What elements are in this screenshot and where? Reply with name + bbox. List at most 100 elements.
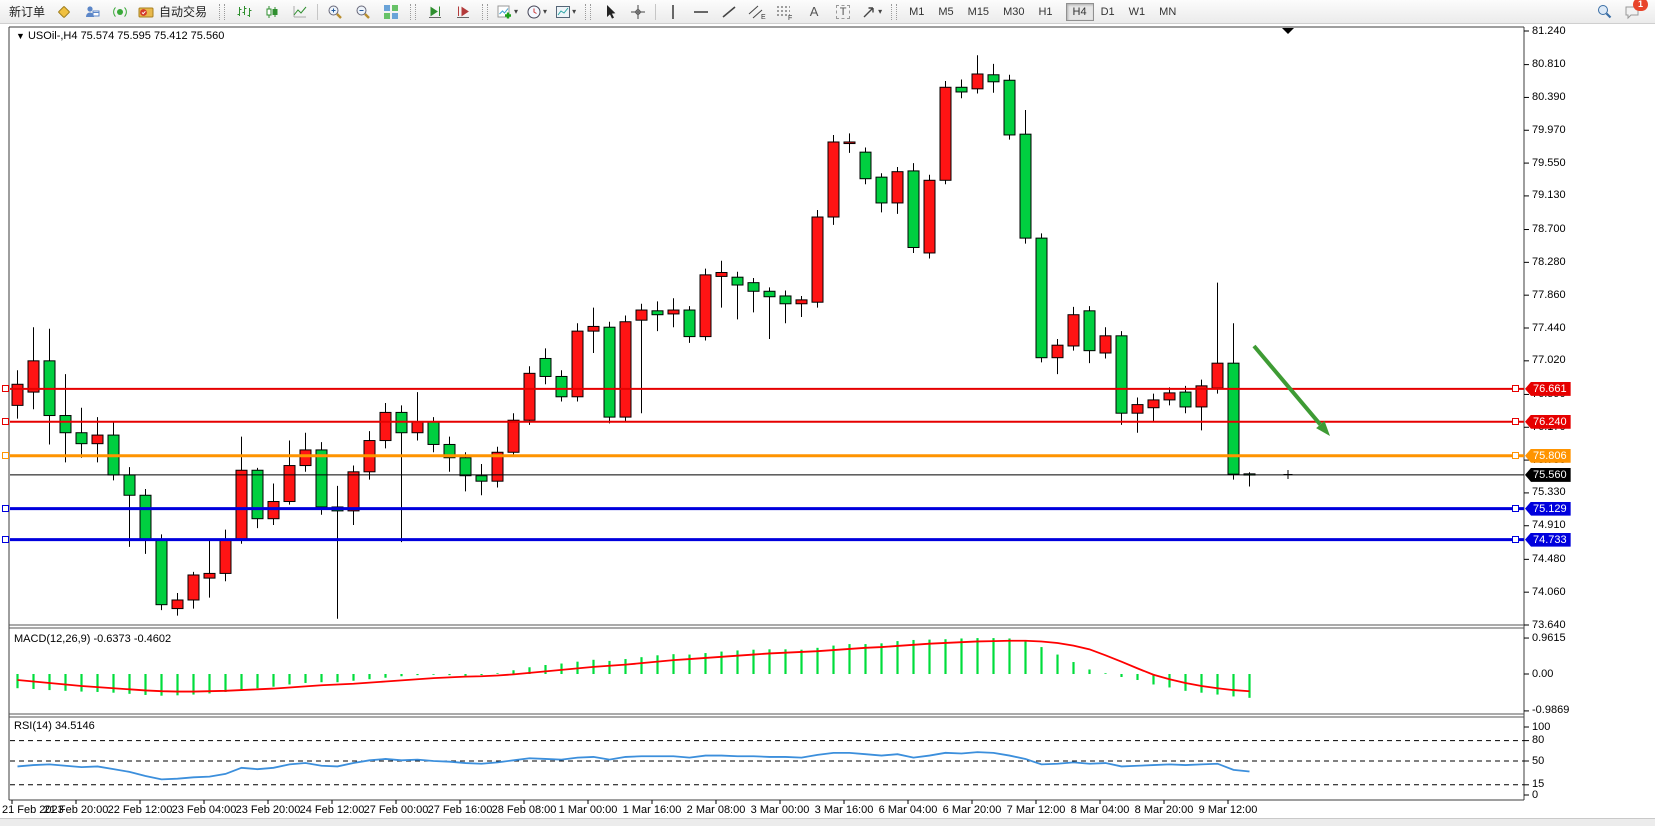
periods-button[interactable]: ▾ <box>523 1 550 23</box>
candle-body <box>1020 134 1031 238</box>
candle-body <box>588 326 599 331</box>
vertical-line-button[interactable] <box>660 1 686 23</box>
candle-body <box>1004 80 1015 135</box>
candle-body <box>124 475 135 495</box>
line-handle[interactable] <box>1512 452 1519 459</box>
candles <box>12 55 1255 619</box>
price-tick-label: 75.330 <box>1532 486 1566 498</box>
candle-body <box>172 600 183 609</box>
candlestick-chart-button[interactable] <box>259 1 285 23</box>
candle-body <box>572 331 583 397</box>
macd-tick-label: 0.00 <box>1532 668 1553 680</box>
macd-tick-label: 0.9615 <box>1532 632 1566 644</box>
candle-body <box>1116 336 1127 413</box>
candle-body <box>28 361 39 392</box>
toolbar-grip[interactable] <box>219 4 225 20</box>
line-handle[interactable] <box>2 385 9 392</box>
price-flag[interactable]: 75.129 <box>1525 502 1571 516</box>
line-handle[interactable] <box>2 536 9 543</box>
candle-body <box>412 422 423 433</box>
candle-body <box>348 472 359 511</box>
gold-cube-icon[interactable] <box>51 1 77 23</box>
tile-windows-button[interactable] <box>378 1 404 23</box>
zoom-out-button[interactable] <box>350 1 376 23</box>
price-flag[interactable]: 75.806 <box>1525 449 1571 463</box>
crosshair-button[interactable] <box>625 1 651 23</box>
timeframe-m30[interactable]: M30 <box>996 3 1031 21</box>
line-handle[interactable] <box>1512 418 1519 425</box>
candle-body <box>732 277 743 285</box>
bar-chart-button[interactable] <box>231 1 257 23</box>
chart-shift-marker[interactable] <box>1282 28 1294 34</box>
new-order-button[interactable]: 新订单 <box>5 1 49 23</box>
line-handle[interactable] <box>2 418 9 425</box>
auto-trading-button[interactable]: 自动交易 <box>135 1 213 23</box>
search-icon[interactable] <box>1591 1 1617 23</box>
line-handle[interactable] <box>1512 536 1519 543</box>
timeframe-h1[interactable]: H1 <box>1031 3 1059 21</box>
price-tick-label: 73.640 <box>1532 619 1566 631</box>
candle-body <box>636 310 647 320</box>
candle-body <box>1068 315 1079 346</box>
time-tick-label: 8 Mar 20:00 <box>1135 804 1194 816</box>
time-tick-label: 6 Mar 04:00 <box>879 804 938 816</box>
candle-body <box>796 300 807 304</box>
time-tick-label: 7 Mar 12:00 <box>1007 804 1066 816</box>
candle-body <box>1180 392 1191 407</box>
profile-icon[interactable] <box>79 1 105 23</box>
horizontal-line-button[interactable] <box>688 1 714 23</box>
one-click-trading-arrow[interactable]: ▼ <box>16 31 25 41</box>
price-tick-label: 77.020 <box>1532 354 1566 366</box>
line-handle[interactable] <box>1512 505 1519 512</box>
candle-body <box>1036 238 1047 358</box>
auto-scroll-button[interactable] <box>422 1 448 23</box>
timeframe-d1[interactable]: D1 <box>1094 3 1122 21</box>
price-flag[interactable]: 76.661 <box>1525 382 1571 396</box>
price-flag[interactable]: 74.733 <box>1525 533 1571 547</box>
price-tick-label: 81.240 <box>1532 25 1566 37</box>
timeframe-h4[interactable]: H4 <box>1066 3 1094 21</box>
timeframe-m1[interactable]: M1 <box>902 3 931 21</box>
timeframe-m15[interactable]: M15 <box>961 3 996 21</box>
cursor-button[interactable] <box>597 1 623 23</box>
text-tool-button[interactable]: A <box>800 1 828 23</box>
toolbar-grip[interactable] <box>891 4 897 20</box>
line-chart-button[interactable] <box>287 1 313 23</box>
line-handle-cross[interactable] <box>1284 470 1293 479</box>
signal-icon[interactable] <box>107 1 133 23</box>
notifications-button[interactable]: 1 <box>1619 1 1645 23</box>
line-handle[interactable] <box>1512 385 1519 392</box>
line-handle[interactable] <box>2 505 9 512</box>
arrow-object-line[interactable] <box>1254 346 1320 425</box>
timeframe-m5[interactable]: M5 <box>931 3 960 21</box>
candle-body <box>252 470 263 518</box>
label-tool-button[interactable]: T <box>830 1 856 23</box>
candle-body <box>540 358 551 376</box>
timeframe-group: M1M5M15M30H1 H4D1W1MN <box>902 6 1183 18</box>
chart-canvas[interactable] <box>0 0 1655 820</box>
chart-shift-button[interactable] <box>450 1 476 23</box>
toolbar-grip[interactable] <box>482 4 488 20</box>
toolbar-grip[interactable] <box>585 4 591 20</box>
candle-body <box>1212 363 1223 388</box>
candle-body <box>780 296 791 304</box>
time-tick-label: 9 Mar 12:00 <box>1199 804 1258 816</box>
arrows-tool-button[interactable]: ▾ <box>858 1 885 23</box>
channel-button[interactable]: E <box>744 1 770 23</box>
trendline-button[interactable] <box>716 1 742 23</box>
indicators-button[interactable]: ▾ <box>494 1 521 23</box>
timeframe-w1[interactable]: W1 <box>1122 3 1153 21</box>
zoom-in-button[interactable] <box>322 1 348 23</box>
timeframe-mn[interactable]: MN <box>1152 3 1183 21</box>
templates-button[interactable]: ▾ <box>552 1 579 23</box>
toolbar-grip[interactable] <box>410 4 416 20</box>
toolbar-separator <box>655 4 656 20</box>
time-tick-label: 23 Feb 20:00 <box>236 804 301 816</box>
notification-badge: 1 <box>1633 0 1648 11</box>
fibonacci-button[interactable]: F <box>772 1 798 23</box>
candle-body <box>972 74 983 89</box>
line-handle[interactable] <box>2 452 9 459</box>
price-flag[interactable]: 75.560 <box>1525 468 1571 482</box>
price-tick-label: 80.390 <box>1532 91 1566 103</box>
price-flag[interactable]: 76.240 <box>1525 415 1571 429</box>
